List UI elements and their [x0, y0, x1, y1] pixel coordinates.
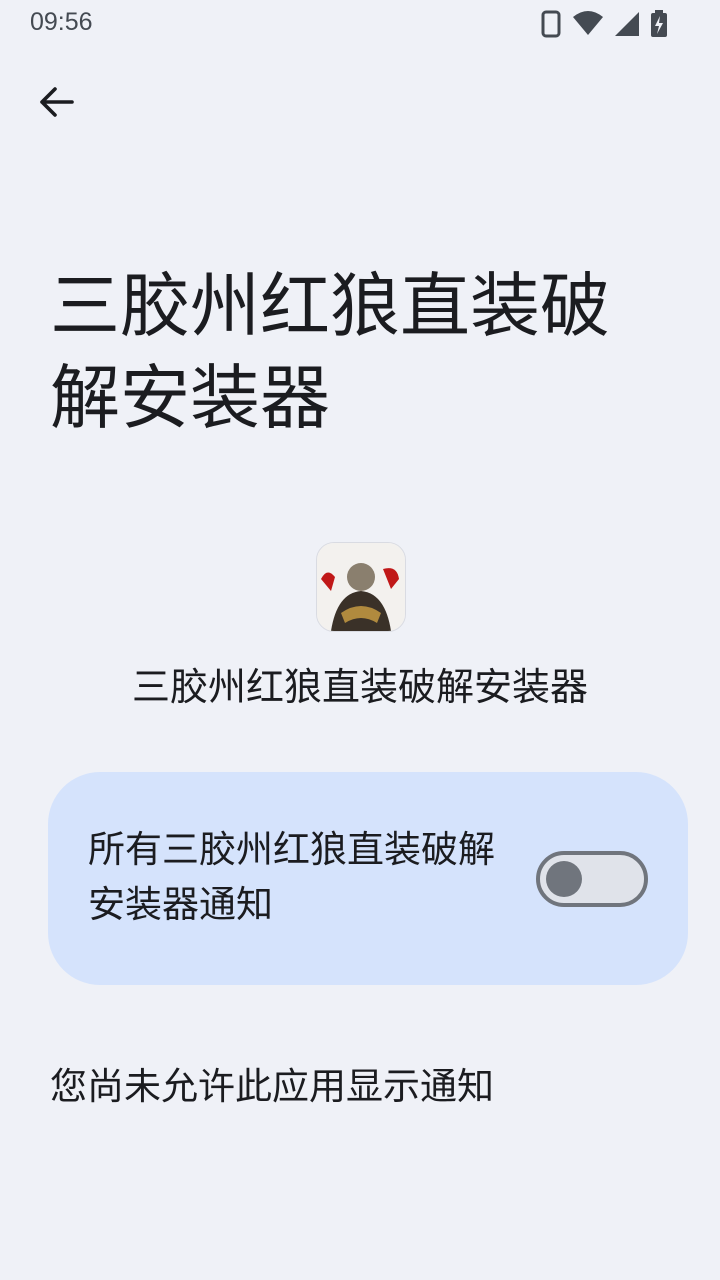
notification-toggle-card[interactable]: 所有三胶州红狼直装破解安装器通知: [48, 772, 688, 985]
app-name: 三胶州红狼直装破解安装器: [131, 665, 588, 709]
status-time: 09:56: [30, 8, 93, 36]
wifi-icon: [572, 11, 604, 41]
toggle-knob: [546, 861, 582, 897]
arrow-left-icon: [38, 86, 74, 122]
app-icon: [316, 542, 406, 632]
battery-charging-icon: [650, 10, 668, 42]
notification-toggle-switch[interactable]: [536, 851, 648, 907]
notifications-blocked-notice: 您尚未允许此应用显示通知: [50, 1065, 494, 1108]
notification-toggle-label: 所有三胶州红狼直装破解安装器通知: [88, 828, 495, 926]
phone-icon: [540, 10, 562, 42]
signal-icon: [614, 11, 640, 41]
status-bar: 09:56: [0, 0, 720, 48]
page-title: 三胶州红狼直装破解安装器: [50, 265, 610, 439]
status-icons: [540, 10, 668, 42]
back-button[interactable]: [28, 78, 84, 130]
